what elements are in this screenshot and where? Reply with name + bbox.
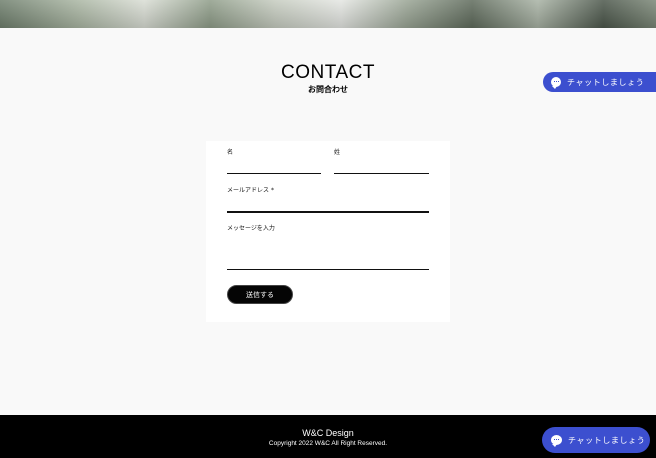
first-name-label: 名 — [227, 149, 234, 156]
chat-button-label: チャットしましょう — [567, 77, 645, 87]
required-mark: * — [270, 187, 274, 194]
hero-image-strip — [0, 0, 656, 28]
message-label: メッセージを入力 — [227, 225, 275, 232]
email-label: メールアドレス * — [227, 187, 274, 194]
chat-button-label: チャットしましょう — [568, 435, 646, 445]
submit-button[interactable]: 送信する — [227, 285, 293, 304]
chat-bubble-icon — [551, 77, 561, 89]
message-textarea[interactable] — [227, 269, 429, 270]
chat-button-top[interactable]: チャットしましょう — [543, 72, 656, 92]
first-name-input[interactable] — [227, 173, 321, 174]
last-name-input[interactable] — [334, 173, 429, 174]
chat-button-bottom[interactable]: チャットしましょう — [542, 427, 650, 453]
chat-bubble-icon — [551, 435, 562, 447]
contact-form: 名 姓 メールアドレス * メッセージを入力 送信する — [206, 141, 450, 322]
email-input[interactable] — [227, 211, 429, 213]
last-name-label: 姓 — [334, 149, 341, 156]
